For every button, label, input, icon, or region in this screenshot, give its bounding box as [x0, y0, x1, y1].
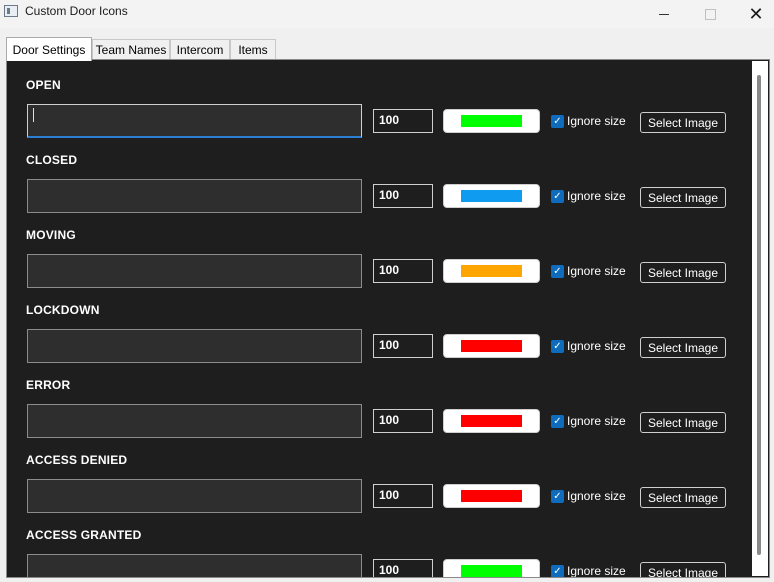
door-state-label: MOVING: [26, 228, 76, 242]
color-swatch: [461, 490, 522, 502]
select-image-button[interactable]: Select Image: [640, 112, 726, 133]
size-input[interactable]: 100: [373, 109, 433, 133]
select-image-button[interactable]: Select Image: [640, 337, 726, 358]
door-state-label: OPEN: [26, 78, 61, 92]
vertical-scrollbar[interactable]: [752, 61, 768, 576]
select-image-button[interactable]: Select Image: [640, 487, 726, 508]
door-state-label: ACCESS DENIED: [26, 453, 128, 467]
window-title: Custom Door Icons: [25, 4, 128, 18]
color-swatch: [461, 265, 522, 277]
image-path-input[interactable]: [27, 104, 362, 138]
door-state-label: LOCKDOWN: [26, 303, 100, 317]
close-icon: ✕: [748, 4, 764, 24]
select-image-button[interactable]: Select Image: [640, 412, 726, 433]
ignore-size-label[interactable]: Ignore size: [567, 189, 626, 203]
door-row-moving: MOVING 100 ✓ Ignore size Select Image: [10, 212, 748, 288]
scrollbar-thumb[interactable]: [757, 75, 761, 555]
door-state-label: ACCESS GRANTED: [26, 528, 142, 542]
color-picker-button[interactable]: [443, 409, 540, 433]
maximize-button[interactable]: [687, 0, 733, 28]
checkmark-icon: ✓: [553, 340, 562, 352]
size-input[interactable]: 100: [373, 184, 433, 208]
color-swatch: [461, 340, 522, 352]
app-window-icon: [4, 5, 18, 17]
tab-team-names[interactable]: Team Names: [92, 39, 170, 59]
select-image-button[interactable]: Select Image: [640, 187, 726, 208]
door-state-label: ERROR: [26, 378, 71, 392]
color-picker-button[interactable]: [443, 334, 540, 358]
color-swatch: [461, 190, 522, 202]
maximize-icon: [704, 8, 716, 20]
size-input[interactable]: 100: [373, 409, 433, 433]
checkmark-icon: ✓: [553, 115, 562, 127]
select-image-button[interactable]: Select Image: [640, 262, 726, 283]
door-row-error: ERROR 100 ✓ Ignore size Select Image: [10, 362, 748, 438]
color-picker-button[interactable]: [443, 259, 540, 283]
ignore-size-label[interactable]: Ignore size: [567, 264, 626, 278]
color-picker-button[interactable]: [443, 484, 540, 508]
image-path-input[interactable]: [27, 254, 362, 288]
size-input[interactable]: 100: [373, 559, 433, 577]
ignore-size-label[interactable]: Ignore size: [567, 114, 626, 128]
ignore-size-label[interactable]: Ignore size: [567, 414, 626, 428]
color-picker-button[interactable]: [443, 109, 540, 133]
checkmark-icon: ✓: [553, 490, 562, 502]
color-swatch: [461, 565, 522, 577]
image-path-input[interactable]: [27, 554, 362, 577]
title-bar[interactable]: Custom Door Icons ✕: [0, 0, 774, 28]
tab-intercom[interactable]: Intercom: [170, 39, 230, 59]
door-row-closed: CLOSED 100 ✓ Ignore size Select Image: [10, 137, 748, 213]
ignore-size-checkbox[interactable]: ✓: [551, 190, 564, 203]
minimize-button[interactable]: [641, 0, 687, 28]
size-input[interactable]: 100: [373, 334, 433, 358]
ignore-size-checkbox[interactable]: ✓: [551, 565, 564, 577]
color-swatch: [461, 115, 522, 127]
ignore-size-checkbox[interactable]: ✓: [551, 340, 564, 353]
checkmark-icon: ✓: [553, 190, 562, 202]
ignore-size-checkbox[interactable]: ✓: [551, 265, 564, 278]
ignore-size-checkbox[interactable]: ✓: [551, 415, 564, 428]
checkmark-icon: ✓: [553, 415, 562, 427]
color-picker-button[interactable]: [443, 184, 540, 208]
size-input[interactable]: 100: [373, 259, 433, 283]
minimize-icon: [659, 13, 669, 15]
image-path-input[interactable]: [27, 179, 362, 213]
door-state-label: CLOSED: [26, 153, 78, 167]
ignore-size-checkbox[interactable]: ✓: [551, 490, 564, 503]
select-image-button[interactable]: Select Image: [640, 562, 726, 577]
ignore-size-checkbox[interactable]: ✓: [551, 115, 564, 128]
text-caret: [33, 108, 34, 122]
close-button[interactable]: ✕: [733, 0, 774, 28]
image-path-input[interactable]: [27, 404, 362, 438]
door-row-access-granted: ACCESS GRANTED 100 ✓ Ignore size Select …: [10, 512, 748, 577]
color-picker-button[interactable]: [443, 559, 540, 577]
door-row-access-denied: ACCESS DENIED 100 ✓ Ignore size Select I…: [10, 437, 748, 513]
checkmark-icon: ✓: [553, 265, 562, 277]
door-settings-panel: OPEN 100 ✓ Ignore size Select Image CLOS…: [6, 59, 770, 578]
door-settings-list: OPEN 100 ✓ Ignore size Select Image CLOS…: [10, 62, 748, 577]
color-swatch: [461, 415, 522, 427]
size-input[interactable]: 100: [373, 484, 433, 508]
checkmark-icon: ✓: [553, 565, 562, 577]
ignore-size-label[interactable]: Ignore size: [567, 339, 626, 353]
ignore-size-label[interactable]: Ignore size: [567, 489, 626, 503]
image-path-input[interactable]: [27, 479, 362, 513]
image-path-input[interactable]: [27, 329, 362, 363]
tab-items[interactable]: Items: [230, 39, 276, 59]
door-row-lockdown: LOCKDOWN 100 ✓ Ignore size Select Image: [10, 287, 748, 363]
ignore-size-label[interactable]: Ignore size: [567, 564, 626, 577]
door-row-open: OPEN 100 ✓ Ignore size Select Image: [10, 62, 748, 138]
tab-door-settings[interactable]: Door Settings: [6, 37, 92, 61]
